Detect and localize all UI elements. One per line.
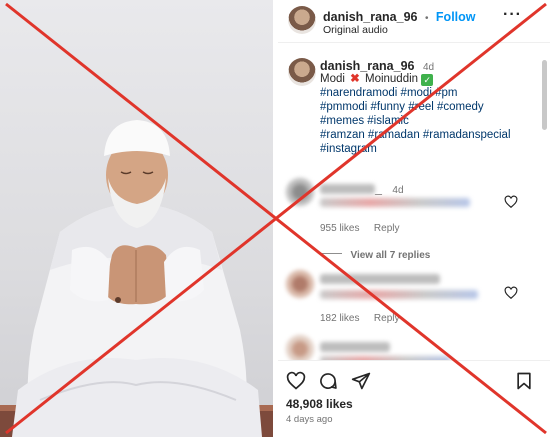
post-image <box>0 0 273 437</box>
hashtags-line[interactable]: #narendramodi #modi #pm <box>320 86 542 100</box>
comment-likes[interactable]: 955 likes <box>320 223 359 234</box>
scrollbar[interactable] <box>542 60 547 130</box>
follow-button[interactable]: Follow <box>436 10 476 24</box>
separator-dot: • <box>424 13 429 24</box>
verified-check-icon: ✓ <box>421 74 434 86</box>
comment-reply-button[interactable]: Reply <box>374 313 400 324</box>
comment-icon[interactable] <box>318 371 338 391</box>
blurred-comment-text <box>320 198 470 207</box>
replies-divider <box>320 253 342 255</box>
commenter-avatar[interactable] <box>286 335 314 363</box>
comment-time: 4d <box>392 185 404 196</box>
hashtags-line[interactable]: #instagram <box>320 142 542 156</box>
caption-text: Modi ✖ Moinuddin ✓ #narendramodi #modi #… <box>320 72 542 156</box>
heart-icon[interactable] <box>286 371 306 391</box>
view-replies-link[interactable]: View all 7 replies <box>350 250 430 261</box>
cross-mark-icon: ✖ <box>350 73 360 85</box>
hashtags-line[interactable]: #pmmodi #funny #reel #comedy <box>320 100 542 114</box>
comment-reply-button[interactable]: Reply <box>374 223 400 234</box>
more-icon[interactable]: ··· <box>503 6 522 24</box>
comment-likes[interactable]: 182 likes <box>320 313 359 324</box>
comment-like-icon[interactable] <box>504 286 518 300</box>
post-likes[interactable]: 48,908 likes <box>286 397 353 411</box>
commenter-avatar[interactable] <box>286 178 314 206</box>
post-username[interactable]: danish_rana_96 <box>323 10 418 24</box>
bookmark-icon[interactable] <box>514 371 534 391</box>
blurred-commenter-name[interactable] <box>320 183 375 194</box>
caption-text-b: Moinuddin <box>364 73 419 85</box>
hashtags-line[interactable]: #ramzan #ramadan #ramadanspecial <box>320 128 542 142</box>
post-image-illustration <box>0 120 273 437</box>
blurred-comment-text <box>320 290 478 299</box>
share-icon[interactable] <box>351 371 371 391</box>
avatar[interactable] <box>288 6 316 34</box>
commenter-name-suffix: _ <box>375 182 382 196</box>
caption-avatar[interactable] <box>288 58 316 86</box>
blurred-commenter-name[interactable] <box>320 274 440 284</box>
caption-username[interactable]: danish_rana_96 <box>320 59 415 73</box>
comment-like-icon[interactable] <box>504 195 518 209</box>
commenter-avatar[interactable] <box>286 270 314 298</box>
post-time: 4 days ago <box>286 414 333 425</box>
post-details-panel: danish_rana_96 • Follow Original audio d… <box>278 0 550 438</box>
audio-label[interactable]: Original audio <box>323 24 388 36</box>
blurred-commenter-name[interactable] <box>320 342 390 352</box>
post-actions-footer: 48,908 likes 4 days ago <box>278 360 550 438</box>
caption-text-a: Modi <box>320 73 345 85</box>
hashtags-line[interactable]: #memes #islamic <box>320 114 542 128</box>
